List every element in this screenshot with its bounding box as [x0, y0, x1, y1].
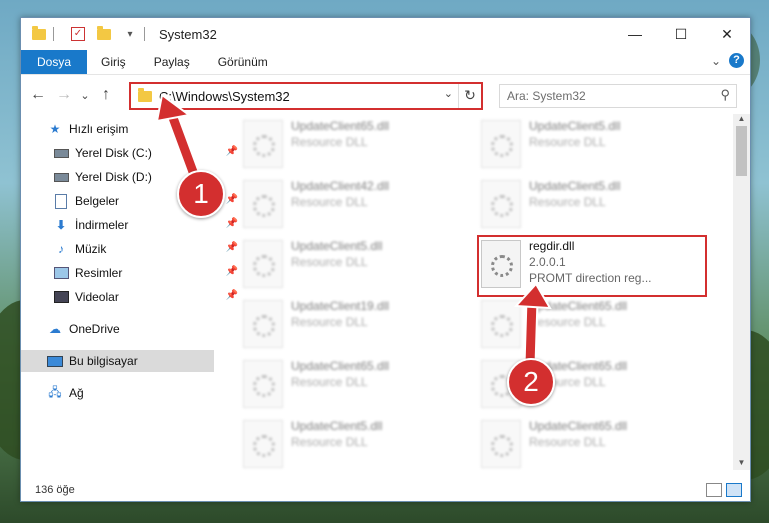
- scroll-thumb[interactable]: [736, 126, 747, 176]
- sidebar-item-music[interactable]: ♪ Müzik 📌: [21, 238, 246, 260]
- drive-icon: [53, 170, 69, 184]
- sidebar-item-videos[interactable]: Videolar 📌: [21, 286, 246, 308]
- videos-icon: [53, 290, 69, 304]
- dll-file-icon: [243, 240, 283, 288]
- file-item[interactable]: UpdateClient65.dll Resource DLL: [243, 358, 463, 410]
- details-view-icon[interactable]: [706, 483, 722, 497]
- address-path[interactable]: C:\Windows\System32: [159, 89, 290, 104]
- documents-icon: [53, 193, 69, 209]
- sidebar-item-network[interactable]: 🖧 Ağ: [21, 382, 240, 404]
- file-item[interactable]: UpdateClient5.dll Resource DLL: [243, 238, 463, 290]
- folder-icon: [137, 87, 153, 104]
- star-icon: ★: [49, 122, 61, 136]
- vertical-scrollbar[interactable]: ▲ ▼: [733, 114, 750, 470]
- large-icons-view-icon[interactable]: [726, 483, 742, 497]
- dll-file-icon: [243, 120, 283, 168]
- file-item[interactable]: UpdateClient19.dll Resource DLL: [243, 298, 463, 350]
- pictures-icon: [53, 266, 69, 280]
- download-icon: ⬇: [55, 218, 67, 232]
- callout-step-1: 1: [177, 170, 225, 218]
- address-dropdown-icon[interactable]: ⌄: [444, 87, 453, 100]
- regdir-highlight-box: [477, 235, 707, 297]
- expand-ribbon-icon[interactable]: ⌄: [711, 54, 721, 68]
- sidebar-item-local-disk-c[interactable]: Yerel Disk (C:) 📌: [21, 142, 246, 164]
- maximize-button[interactable]: ☐: [658, 18, 704, 50]
- tab-share[interactable]: Paylaş: [140, 50, 204, 74]
- help-icon[interactable]: ?: [729, 53, 744, 68]
- navigation-pane: ★ Hızlı erişim Yerel Disk (C:) 📌 Yerel D…: [21, 114, 238, 470]
- back-button[interactable]: ←: [25, 86, 51, 104]
- window-title: System32: [159, 26, 217, 42]
- drive-icon: [53, 146, 69, 160]
- navigation-bar: ← → ⌄ ↑ C:\Windows\System32 ⌄ ↻ Ara: Sys…: [21, 74, 750, 115]
- recent-locations-button[interactable]: ⌄: [77, 89, 93, 102]
- search-icon: ⚲: [720, 87, 730, 102]
- forward-button[interactable]: →: [51, 86, 77, 104]
- file-item[interactable]: UpdateClient5.dll Resource DLL: [481, 178, 701, 230]
- file-item[interactable]: UpdateClient65.dll Resource DLL: [243, 118, 463, 170]
- quick-access-dropdown-icon[interactable]: ▾: [122, 26, 138, 42]
- minimize-button[interactable]: —: [612, 18, 658, 50]
- properties-icon[interactable]: ✓: [70, 26, 86, 42]
- tab-home[interactable]: Giriş: [87, 50, 140, 74]
- status-bar: 136 öğe: [21, 479, 750, 501]
- dll-file-icon: [481, 180, 521, 228]
- ribbon-tabs: Dosya Giriş Paylaş Görünüm ⌄ ?: [21, 50, 750, 74]
- sidebar-item-this-pc[interactable]: Bu bilgisayar: [21, 350, 214, 372]
- computer-icon: [47, 354, 63, 368]
- dll-file-icon: [481, 120, 521, 168]
- file-item[interactable]: UpdateClient5.dll Resource DLL: [481, 118, 701, 170]
- close-button[interactable]: ✕: [704, 18, 750, 50]
- refresh-button[interactable]: ↻: [458, 84, 481, 108]
- search-input[interactable]: Ara: System32 ⚲: [499, 84, 737, 108]
- dll-file-icon: [243, 420, 283, 468]
- scroll-up-icon[interactable]: ▲: [733, 114, 750, 126]
- tab-file[interactable]: Dosya: [21, 50, 88, 74]
- network-icon: 🖧: [48, 384, 62, 399]
- explorer-body: ★ Hızlı erişim Yerel Disk (C:) 📌 Yerel D…: [21, 114, 750, 470]
- up-button[interactable]: ↑: [93, 86, 119, 104]
- dll-file-icon: [481, 420, 521, 468]
- file-item[interactable]: UpdateClient42.dll Resource DLL: [243, 178, 463, 230]
- file-item[interactable]: UpdateClient65.dll Resource DLL: [481, 418, 701, 470]
- callout-step-2: 2: [507, 358, 555, 406]
- dll-file-icon: [243, 300, 283, 348]
- sidebar-item-downloads[interactable]: ⬇ İndirmeler 📌: [21, 214, 246, 236]
- sidebar-item-quick-access[interactable]: ★ Hızlı erişim: [21, 118, 240, 140]
- dll-file-icon: [481, 300, 521, 348]
- dll-file-icon: [243, 360, 283, 408]
- search-placeholder: Ara: System32: [507, 89, 586, 103]
- scroll-down-icon[interactable]: ▼: [733, 458, 750, 470]
- music-icon: ♪: [58, 242, 64, 256]
- file-explorer-window: ✓ ▾ System32 — ☐ ✕ Dosya Giriş Paylaş Gö…: [20, 17, 751, 502]
- tab-view[interactable]: Görünüm: [204, 50, 282, 74]
- sidebar-item-onedrive[interactable]: ☁ OneDrive: [21, 318, 240, 340]
- cloud-icon: ☁: [49, 322, 61, 336]
- title-bar: ✓ ▾ System32 — ☐ ✕: [21, 18, 750, 50]
- folder-icon: [31, 25, 47, 42]
- sidebar-item-pictures[interactable]: Resimler 📌: [21, 262, 246, 284]
- item-count: 136 öğe: [35, 484, 75, 496]
- address-bar[interactable]: C:\Windows\System32 ⌄ ↻: [129, 82, 483, 110]
- file-item[interactable]: UpdateClient65.dll Resource DLL: [481, 298, 701, 350]
- new-folder-icon[interactable]: [96, 25, 112, 42]
- file-item[interactable]: UpdateClient5.dll Resource DLL: [243, 418, 463, 470]
- dll-file-icon: [243, 180, 283, 228]
